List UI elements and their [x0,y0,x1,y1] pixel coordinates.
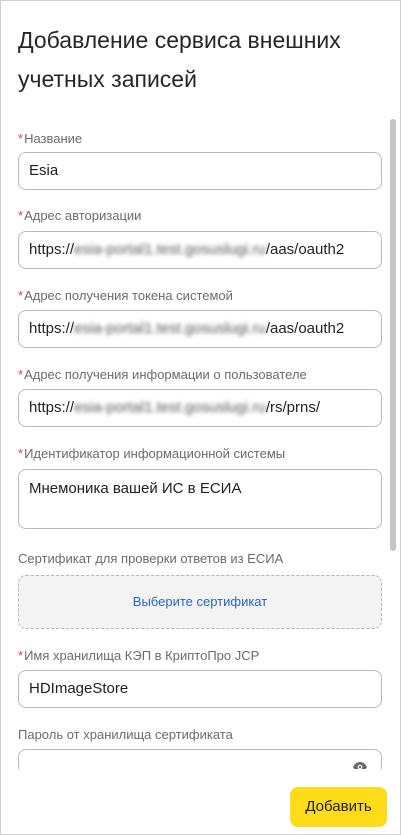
blurred-host: esia-portal1.test.gosuslugi.ru [74,320,266,337]
required-mark: * [18,288,24,303]
blurred-host: esia-portal1.test.gosuslugi.ru [74,399,266,416]
required-mark: * [18,446,24,461]
name-input[interactable]: Esia [18,152,382,190]
auth-url-input[interactable]: https://esia-portal1.test.gosuslugi.ru/a… [18,231,382,269]
keystore-label: *Имя хранилища КЭП в КриптоПро JCP [18,648,260,663]
blurred-host: esia-portal1.test.gosuslugi.ru [74,241,266,258]
select-certificate-link[interactable]: Выберите сертификат [133,594,267,609]
required-mark: * [18,648,24,663]
certificate-dropzone[interactable]: Выберите сертификат [18,575,382,629]
form-scroll-area: *Название Esia *Адрес авторизации https:… [1,119,400,769]
certificate-label: Сертификат для проверки ответов из ЕСИА [18,551,284,566]
auth-url-label: *Адрес авторизации [18,208,142,223]
store-password-input[interactable] [18,749,382,769]
required-mark: * [18,208,24,223]
dialog: Добавление сервиса внешних учетных запис… [0,0,401,835]
eye-icon[interactable] [353,762,367,769]
keystore-input[interactable]: HDImageStore [18,670,382,708]
add-button[interactable]: Добавить [290,787,387,827]
system-id-label: *Идентификатор информационной системы [18,446,286,461]
dialog-title: Добавление сервиса внешних учетных запис… [18,27,341,92]
token-url-label: *Адрес получения токена системой [18,288,233,303]
scrollbar-thumb[interactable] [390,119,396,551]
required-mark: * [18,367,24,382]
required-mark: * [18,131,24,146]
system-id-textarea[interactable]: Мнемоника вашей ИС в ЕСИА [18,469,382,529]
name-label: *Название [18,131,83,146]
token-url-input[interactable]: https://esia-portal1.test.gosuslugi.ru/a… [18,310,382,348]
dialog-footer: Добавить [1,769,400,834]
userinfo-url-input[interactable]: https://esia-portal1.test.gosuslugi.ru/r… [18,389,382,427]
store-password-label: Пароль от хранилища сертификата [18,727,233,742]
userinfo-url-label: *Адрес получения информации о пользовате… [18,367,307,382]
